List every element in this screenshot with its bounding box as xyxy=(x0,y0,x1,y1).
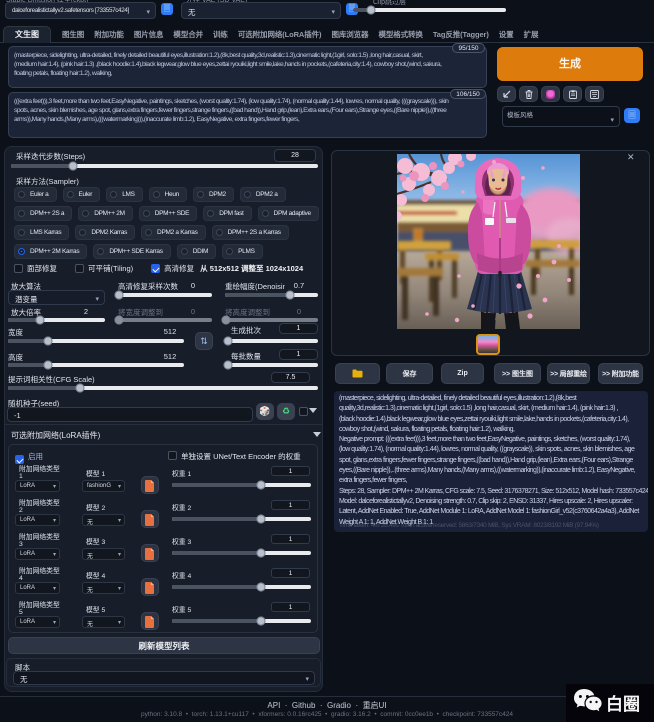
svg-text:白圈: 白圈 xyxy=(606,694,640,714)
